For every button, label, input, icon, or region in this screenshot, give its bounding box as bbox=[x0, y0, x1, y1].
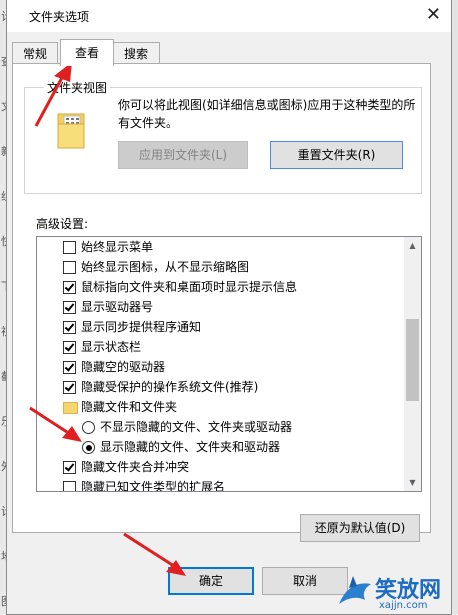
settings-row[interactable]: 隐藏已知文件类型的扩展名 bbox=[37, 477, 403, 492]
checkbox[interactable] bbox=[63, 461, 76, 474]
settings-row-label: 始终显示菜单 bbox=[81, 240, 154, 254]
scroll-up-icon[interactable]: ▲ bbox=[404, 237, 421, 254]
shark-logo-icon bbox=[339, 576, 371, 604]
settings-row-label: 显示同步提供程序通知 bbox=[81, 320, 202, 334]
checkbox[interactable] bbox=[63, 341, 76, 354]
settings-row-label: 显示状态栏 bbox=[81, 340, 142, 354]
list-scrollbar[interactable]: ▲ ▼ bbox=[404, 237, 421, 491]
settings-row[interactable]: 隐藏文件夹合并冲突 bbox=[37, 457, 403, 477]
settings-row[interactable]: 显示状态栏 bbox=[37, 337, 403, 357]
settings-row[interactable]: 鼠标指向文件夹和桌面项时显示提示信息 bbox=[37, 277, 403, 297]
settings-row-label: 始终显示图标，从不显示缩略图 bbox=[81, 260, 250, 274]
settings-row-label: 显示隐藏的文件、文件夹和驱动器 bbox=[100, 440, 281, 454]
scroll-down-icon[interactable]: ▼ bbox=[404, 474, 421, 491]
settings-row-label: 鼠标指向文件夹和桌面项时显示提示信息 bbox=[81, 280, 298, 294]
annotation-arrow-tab bbox=[34, 62, 72, 127]
advanced-settings-list[interactable]: 始终显示菜单始终显示图标，从不显示缩略图鼠标指向文件夹和桌面项时显示提示信息 显示… bbox=[36, 236, 422, 492]
annotation-arrow-ok bbox=[123, 532, 186, 576]
settings-row[interactable]: 隐藏受保护的操作系统文件(推荐) bbox=[37, 377, 403, 397]
checkbox[interactable] bbox=[63, 481, 76, 491]
restore-defaults-button[interactable]: 还原为默认值(D) bbox=[300, 514, 420, 542]
tab-search[interactable]: 搜索 bbox=[112, 42, 160, 65]
checkbox[interactable] bbox=[63, 301, 76, 314]
annotation-arrow-radio bbox=[29, 406, 82, 442]
checkbox[interactable] bbox=[63, 261, 76, 274]
settings-row-label: 隐藏已知文件类型的扩展名 bbox=[81, 480, 226, 492]
checkbox[interactable] bbox=[63, 281, 76, 294]
close-icon[interactable]: ✕ bbox=[426, 4, 441, 25]
settings-row[interactable]: 隐藏空的驱动器 bbox=[37, 357, 403, 377]
settings-row-label: 不显示隐藏的文件、文件夹或驱动器 bbox=[100, 420, 293, 434]
settings-row[interactable]: 隐藏文件和文件夹 bbox=[37, 397, 403, 417]
settings-row[interactable]: 显示隐藏的文件、文件夹和驱动器 bbox=[37, 437, 403, 457]
settings-row-label: 隐藏文件和文件夹 bbox=[81, 400, 178, 414]
watermark-url: xajjn.com bbox=[379, 600, 428, 611]
settings-row[interactable]: 始终显示图标，从不显示缩略图 bbox=[37, 257, 403, 277]
settings-row-label: 显示驱动器号 bbox=[81, 300, 154, 314]
checkbox[interactable] bbox=[63, 361, 76, 374]
checkbox[interactable] bbox=[63, 241, 76, 254]
title-bar: 文件夹选项 ✕ bbox=[7, 0, 451, 32]
advanced-settings-label: 高级设置: bbox=[36, 217, 89, 231]
reset-folders-button[interactable]: 重置文件夹(R) bbox=[270, 141, 403, 169]
checkbox[interactable] bbox=[63, 381, 76, 394]
settings-row[interactable]: 显示同步提供程序通知 bbox=[37, 317, 403, 337]
settings-row-label: 隐藏空的驱动器 bbox=[81, 360, 166, 374]
checkbox[interactable] bbox=[63, 321, 76, 334]
settings-row[interactable]: 始终显示菜单 bbox=[37, 237, 403, 257]
apply-to-folders-button[interactable]: 应用到文件夹(L) bbox=[118, 141, 248, 169]
settings-row[interactable]: 显示驱动器号 bbox=[37, 297, 403, 317]
settings-row-label: 隐藏文件夹合并冲突 bbox=[81, 460, 190, 474]
dialog-title: 文件夹选项 bbox=[29, 10, 90, 24]
scroll-thumb[interactable] bbox=[406, 319, 419, 401]
settings-row[interactable]: 不显示隐藏的文件、文件夹或驱动器 bbox=[37, 417, 403, 437]
settings-row-label: 隐藏受保护的操作系统文件(推荐) bbox=[81, 380, 259, 394]
tab-view[interactable]: 查看 bbox=[60, 39, 114, 66]
folder-views-description: 你可以将此视图(如详细信息或图标)应用于这种类型的所有文件夹。 bbox=[118, 98, 416, 130]
